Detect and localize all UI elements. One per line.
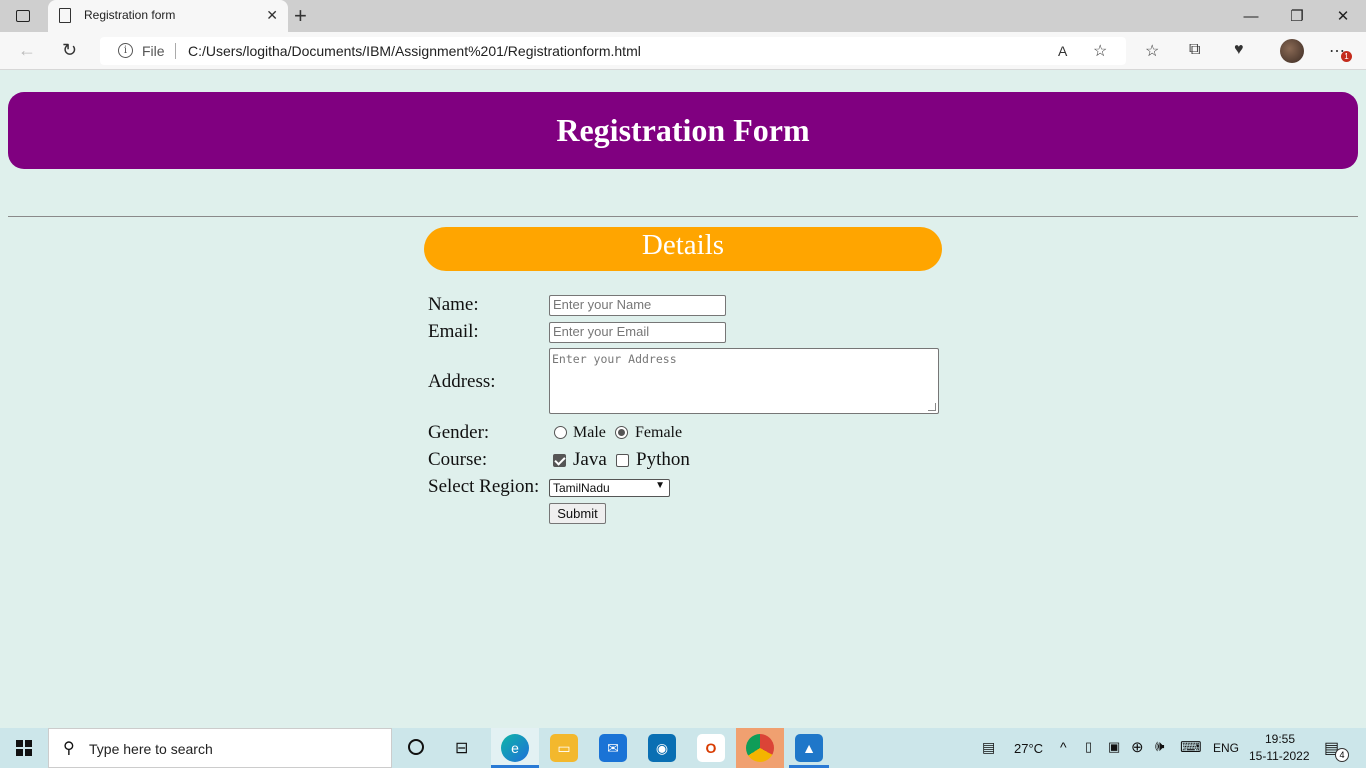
clock-time[interactable]: 19:55 <box>1265 732 1295 746</box>
gender-male-radio[interactable] <box>554 426 567 439</box>
name-input[interactable]: Enter your Name <box>549 295 726 316</box>
url-scheme-label: File <box>142 43 165 59</box>
email-input[interactable]: Enter your Email <box>549 322 726 343</box>
region-select[interactable]: TamilNadu ▼ <box>549 479 670 497</box>
office-icon[interactable]: O <box>697 734 725 762</box>
horizontal-rule <box>8 216 1358 217</box>
search-icon: ⚲ <box>63 740 75 757</box>
region-label: Select Region: <box>428 476 540 497</box>
divider <box>175 43 176 59</box>
tab-title: Registration form <box>84 8 176 22</box>
page-title: Registration Form <box>556 112 810 148</box>
weather-temp[interactable]: 27°C <box>1014 741 1043 756</box>
url-text[interactable]: C:/Users/logitha/Documents/IBM/Assignmen… <box>188 43 641 59</box>
tab-close-icon[interactable]: ✕ <box>266 7 278 24</box>
chrome-icon[interactable] <box>746 734 774 762</box>
gender-female-label: Female <box>635 424 683 441</box>
language-indicator[interactable]: ENG <box>1213 741 1239 755</box>
dell-icon[interactable]: ◉ <box>648 734 676 762</box>
info-icon[interactable]: i <box>118 43 133 58</box>
keyboard-icon[interactable]: ⌨ <box>1180 738 1202 756</box>
notification-badge: 1 <box>1341 51 1352 62</box>
meet-icon[interactable]: ▣ <box>1108 739 1120 755</box>
region-selected-value: TamilNadu <box>553 481 610 495</box>
email-label: Email: <box>428 321 479 342</box>
browser-essentials-icon[interactable]: ♥ <box>1234 41 1244 59</box>
clock-date[interactable]: 15-11-2022 <box>1249 749 1310 763</box>
details-banner: Details <box>424 227 942 271</box>
mail-icon[interactable]: ✉ <box>599 734 627 762</box>
course-python-label: Python <box>636 449 690 470</box>
search-placeholder: Type here to search <box>89 741 213 757</box>
profile-avatar[interactable] <box>1280 39 1304 63</box>
chevron-up-icon[interactable]: ^ <box>1060 739 1067 755</box>
gender-label: Gender: <box>428 422 490 443</box>
taskbar-search[interactable]: ⚲ Type here to search <box>48 728 392 768</box>
photos-icon[interactable]: ▲ <box>795 734 823 762</box>
favorites-icon[interactable]: ☆ <box>1145 41 1159 61</box>
browser-tab-bar: Registration form ✕ + — ❐ ✕ <box>0 0 1366 32</box>
network-icon[interactable]: ⊕ <box>1131 738 1144 756</box>
name-label: Name: <box>428 294 479 315</box>
windows-start-icon[interactable] <box>16 740 32 756</box>
document-icon <box>59 8 71 23</box>
windows-taskbar: ⚲ Type here to search ⊟ e ▭ ✉ ◉ O ▲ ▤ 27… <box>0 728 1366 768</box>
restore-button[interactable]: ❐ <box>1274 0 1320 32</box>
task-view-icon[interactable]: ⊟ <box>455 738 468 758</box>
resize-handle[interactable] <box>928 403 936 411</box>
close-window-button[interactable]: ✕ <box>1320 0 1366 32</box>
course-label: Course: <box>428 449 488 470</box>
course-java-label: Java <box>573 449 607 470</box>
read-aloud-icon[interactable]: A <box>1058 43 1067 59</box>
volume-icon[interactable]: 🕪 <box>1155 738 1164 755</box>
address-textarea[interactable]: Enter your Address <box>549 348 939 414</box>
file-explorer-icon[interactable]: ▭ <box>550 734 578 762</box>
add-favorite-icon[interactable]: ☆ <box>1093 41 1107 61</box>
course-python-checkbox[interactable] <box>616 454 629 467</box>
tab-actions-icon[interactable] <box>0 0 46 32</box>
submit-button[interactable]: Submit <box>549 503 606 524</box>
chevron-down-icon: ▼ <box>655 480 665 491</box>
page-header: Registration Form <box>8 92 1358 169</box>
new-tab-button[interactable]: + <box>294 3 307 29</box>
weather-icon[interactable]: ▤ <box>982 739 995 756</box>
section-title: Details <box>641 229 725 261</box>
edge-icon[interactable]: e <box>501 734 529 762</box>
back-arrow-icon[interactable]: ← <box>18 40 36 61</box>
gender-male-label: Male <box>573 424 606 441</box>
device-icon[interactable]: ▯ <box>1085 739 1092 755</box>
course-java-checkbox[interactable] <box>553 454 566 467</box>
cortana-icon[interactable] <box>408 739 424 755</box>
collections-icon[interactable]: ⧉ <box>1189 41 1200 59</box>
browser-tab[interactable]: Registration form ✕ <box>48 0 288 32</box>
minimize-button[interactable]: — <box>1228 0 1274 32</box>
notification-count-badge: 4 <box>1335 748 1349 762</box>
address-label: Address: <box>428 371 496 392</box>
gender-female-radio[interactable] <box>615 426 628 439</box>
browser-toolbar: ← ↻ i File C:/Users/logitha/Documents/IB… <box>0 32 1366 70</box>
refresh-icon[interactable]: ↻ <box>62 40 77 61</box>
address-placeholder: Enter your Address <box>552 352 677 366</box>
address-bar[interactable]: i File C:/Users/logitha/Documents/IBM/As… <box>100 37 1126 65</box>
